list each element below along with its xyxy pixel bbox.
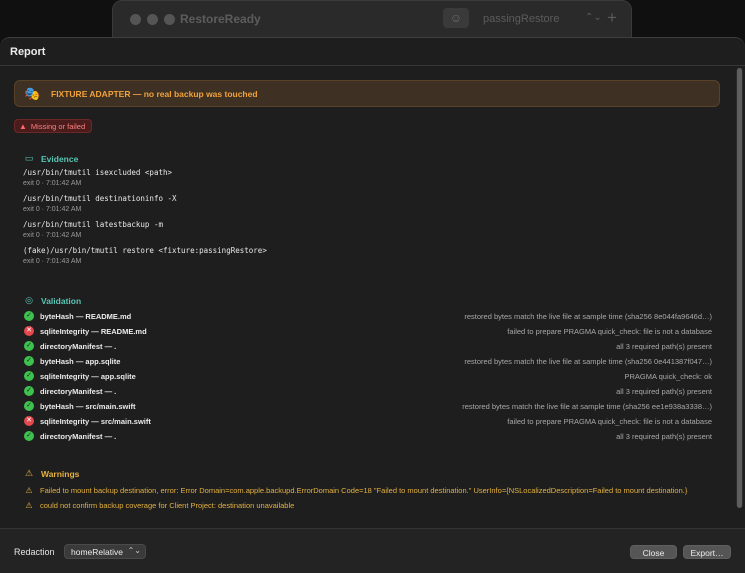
terminal-icon: ▭ <box>24 153 34 163</box>
warnings-header: ⚠ Warnings <box>24 468 79 479</box>
report-sheet: Report 🎭 FIXTURE ADAPTER — no real backu… <box>0 37 745 573</box>
validation-detail: all 3 required path(s) present <box>616 431 712 441</box>
validation-row: ✓ byteHash — app.sqlite restored bytes m… <box>24 354 712 368</box>
sheet-title: Report <box>10 46 46 58</box>
sheet-footer: Redaction homeRelative ⌃⌄ Close Export… <box>0 528 745 573</box>
evidence-command: /usr/bin/tmutil destinationinfo -X exit … <box>23 194 177 213</box>
warning-triangle-icon: ▲ <box>19 121 27 131</box>
validation-detail: PRAGMA quick_check: ok <box>624 371 712 381</box>
pass-check-icon: ✓ <box>24 386 34 396</box>
validation-name: directoryManifest — . <box>40 386 117 396</box>
validation-detail: all 3 required path(s) present <box>616 341 712 351</box>
add-icon: + <box>607 8 617 27</box>
close-button[interactable]: Close <box>630 545 677 559</box>
validation-detail: restored bytes match the live file at sa… <box>464 356 712 366</box>
checkmark-circle-icon: ◎ <box>25 295 33 305</box>
evidence-title: Evidence <box>41 153 79 164</box>
command-text: (fake)/usr/bin/tmutil restore <fixture:p… <box>23 246 267 255</box>
validation-row: ✓ byteHash — src/main.swift restored byt… <box>24 399 712 413</box>
warning-text: Failed to mount backup destination, erro… <box>40 486 688 495</box>
chevron-updown-icon: ⌃⌄ <box>127 546 141 555</box>
scheme-selector: passingRestore <box>483 13 560 25</box>
traffic-lights <box>130 14 175 25</box>
close-window-light <box>130 14 141 25</box>
redaction-popup[interactable]: homeRelative ⌃⌄ <box>64 544 146 559</box>
scrollbar-thumb[interactable] <box>737 68 742 508</box>
warning-row: ⚠ could not confirm backup coverage for C… <box>24 501 294 510</box>
warnings-title: Warnings <box>41 468 80 479</box>
validation-row: ✓ directoryManifest — . all 3 required p… <box>24 429 712 443</box>
validation-row: ✕ sqliteIntegrity — src/main.swift faile… <box>24 414 712 428</box>
command-exit: exit 0 · 7:01:42 AM <box>23 232 82 239</box>
redaction-label: Redaction <box>14 547 55 557</box>
chevron-updown-icon: ⌃⌄ <box>585 12 602 23</box>
warning-triangle-icon: ⚠ <box>25 486 33 495</box>
command-text: /usr/bin/tmutil destinationinfo -X <box>23 194 177 203</box>
validation-detail: restored bytes match the live file at sa… <box>462 401 712 411</box>
validation-name: byteHash — README.md <box>40 311 132 321</box>
validation-name: directoryManifest — . <box>40 431 117 441</box>
validation-name: sqliteIntegrity — src/main.swift <box>40 416 151 426</box>
command-exit: exit 0 · 7:01:42 AM <box>23 180 82 187</box>
validation-name: byteHash — app.sqlite <box>40 356 121 366</box>
banner-text: FIXTURE ADAPTER — no real backup was tou… <box>51 89 258 99</box>
validation-row: ✓ byteHash — README.md restored bytes ma… <box>24 309 712 323</box>
fixture-banner: 🎭 FIXTURE ADAPTER — no real backup was t… <box>14 80 720 107</box>
export-button[interactable]: Export… <box>683 545 731 559</box>
validation-name: directoryManifest — . <box>40 341 117 351</box>
evidence-command: (fake)/usr/bin/tmutil restore <fixture:p… <box>23 246 267 265</box>
validation-row: ✕ sqliteIntegrity — README.md failed to … <box>24 324 712 338</box>
pass-check-icon: ✓ <box>24 341 34 351</box>
command-text: /usr/bin/tmutil isexcluded <path> <box>23 168 173 177</box>
pass-check-icon: ✓ <box>24 311 34 321</box>
warning-row: ⚠ Failed to mount backup destination, err… <box>24 486 687 495</box>
validation-row: ✓ sqliteIntegrity — app.sqlite PRAGMA qu… <box>24 369 712 383</box>
warning-triangle-icon: ⚠ <box>25 501 33 510</box>
redaction-value: homeRelative <box>71 547 123 557</box>
status-badge: ▲ Missing or failed <box>14 119 93 133</box>
validation-detail: restored bytes match the live file at sa… <box>464 311 712 321</box>
pass-check-icon: ✓ <box>24 371 34 381</box>
validation-row: ✓ directoryManifest — . all 3 required p… <box>24 384 712 398</box>
command-exit: exit 0 · 7:01:42 AM <box>23 206 82 213</box>
validation-name: sqliteIntegrity — app.sqlite <box>40 371 136 381</box>
window-title: RestoreReady <box>180 12 261 26</box>
validation-detail: failed to prepare PRAGMA quick_check: fi… <box>507 326 712 336</box>
evidence-command: /usr/bin/tmutil latestbackup -m exit 0 ·… <box>23 220 163 239</box>
masks-icon: ☺ <box>443 8 469 28</box>
pass-check-icon: ✓ <box>24 401 34 411</box>
validation-detail: all 3 required path(s) present <box>616 386 712 396</box>
theater-masks-icon: 🎭 <box>24 86 41 101</box>
pass-check-icon: ✓ <box>24 356 34 366</box>
status-badge-label: Missing or failed <box>30 121 86 131</box>
fail-x-icon: ✕ <box>24 326 34 336</box>
validation-title: Validation <box>41 295 82 306</box>
command-text: /usr/bin/tmutil latestbackup -m <box>23 220 163 229</box>
validation-detail: failed to prepare PRAGMA quick_check: fi… <box>507 416 712 426</box>
validation-header: ◎ Validation <box>24 295 81 306</box>
vertical-scrollbar[interactable] <box>736 68 743 508</box>
validation-row: ✓ directoryManifest — . all 3 required p… <box>24 339 712 353</box>
validation-name: byteHash — src/main.swift <box>40 401 136 411</box>
warning-triangle-icon: ⚠ <box>24 468 34 478</box>
minimize-window-light <box>147 14 158 25</box>
zoom-window-light <box>164 14 175 25</box>
command-exit: exit 0 · 7:01:43 AM <box>23 258 82 265</box>
report-content[interactable]: 🎭 FIXTURE ADAPTER — no real backup was t… <box>0 66 745 528</box>
evidence-header: ▭ Evidence <box>24 153 79 164</box>
evidence-command: /usr/bin/tmutil isexcluded <path> exit 0… <box>23 168 172 187</box>
validation-name: sqliteIntegrity — README.md <box>40 326 147 336</box>
fail-x-icon: ✕ <box>24 416 34 426</box>
pass-check-icon: ✓ <box>24 431 34 441</box>
warning-text: could not confirm backup coverage for Cl… <box>40 501 295 510</box>
